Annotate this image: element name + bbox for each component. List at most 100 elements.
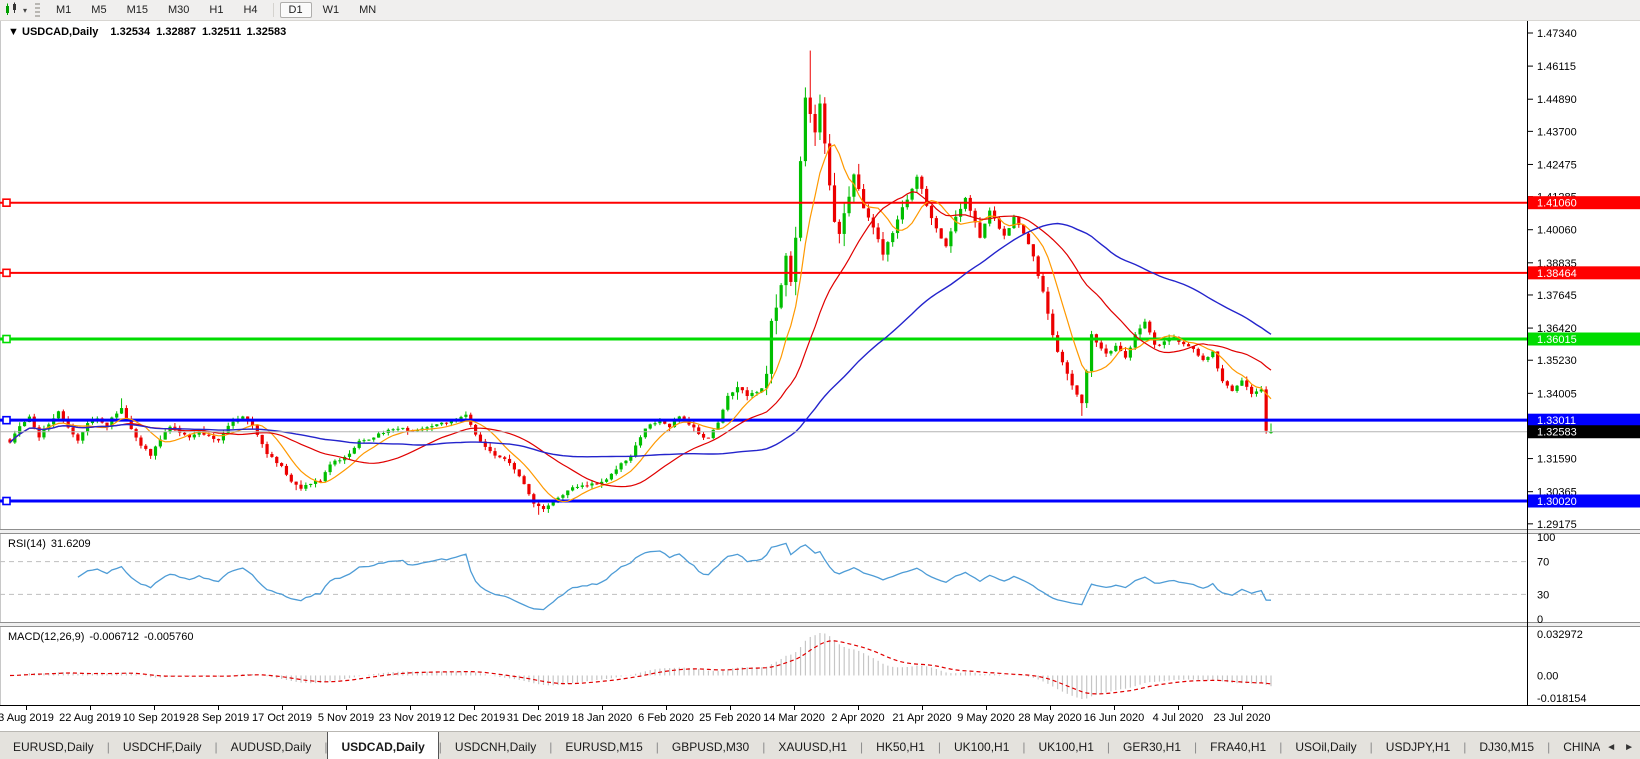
date-tick bbox=[474, 706, 475, 710]
date-label: 3 Aug 2019 bbox=[0, 712, 54, 724]
date-label: 25 Feb 2020 bbox=[699, 712, 761, 724]
macd-scale-zero: 0.00 bbox=[1537, 670, 1558, 682]
timeframe-button-m30[interactable]: M30 bbox=[159, 2, 198, 18]
date-tick bbox=[26, 706, 27, 710]
date-label: 28 May 2020 bbox=[1018, 712, 1082, 724]
tabs-scroll-left-icon[interactable]: ◄ bbox=[1606, 742, 1616, 753]
price-tick-label: 1.35230 bbox=[1537, 355, 1577, 367]
open-value: 1.32534 bbox=[110, 26, 151, 38]
price-tick-label: 1.34005 bbox=[1537, 388, 1577, 400]
dropdown-caret-icon[interactable]: ▾ bbox=[23, 6, 27, 15]
hline-handle[interactable] bbox=[3, 498, 10, 505]
date-tick bbox=[410, 706, 411, 710]
price-tick-label: 1.40060 bbox=[1537, 225, 1577, 237]
tab-hk50-h1[interactable]: HK50,H1 bbox=[863, 732, 938, 759]
date-tick bbox=[282, 706, 283, 710]
date-tick bbox=[1178, 706, 1179, 710]
price-tick-label: 1.31590 bbox=[1537, 454, 1577, 466]
chart-tabs-bar: EURUSD,Daily|USDCHF,Daily|AUDUSD,Daily|U… bbox=[0, 731, 1640, 759]
date-label: 6 Feb 2020 bbox=[638, 712, 694, 724]
tab-eurusd-m15[interactable]: EURUSD,M15 bbox=[552, 732, 655, 759]
timeframe-button-m5[interactable]: M5 bbox=[82, 2, 115, 18]
svg-text:0: 0 bbox=[1537, 614, 1543, 626]
price-tick-label: 1.44890 bbox=[1537, 94, 1577, 106]
toolbar-separator bbox=[273, 3, 274, 17]
timeframe-button-h1[interactable]: H1 bbox=[200, 2, 232, 18]
svg-text:100: 100 bbox=[1537, 532, 1555, 544]
price-tick-label: 1.37645 bbox=[1537, 290, 1577, 302]
tab-eurusd-daily[interactable]: EURUSD,Daily bbox=[0, 732, 107, 759]
tab-usoil-daily[interactable]: USOil,Daily bbox=[1282, 732, 1369, 759]
close-value: 1.32583 bbox=[247, 26, 287, 38]
svg-text:1.32583: 1.32583 bbox=[1537, 427, 1577, 439]
tab-china300-h4[interactable]: CHINA300,H4 bbox=[1550, 732, 1600, 759]
date-label: 9 May 2020 bbox=[957, 712, 1014, 724]
date-label: 16 Jun 2020 bbox=[1084, 712, 1145, 724]
date-tick bbox=[794, 706, 795, 710]
tab-uk100-h1[interactable]: UK100,H1 bbox=[941, 732, 1022, 759]
date-tick bbox=[986, 706, 987, 710]
hline-handle[interactable] bbox=[3, 417, 10, 424]
date-tick bbox=[1050, 706, 1051, 710]
date-label: 23 Jul 2020 bbox=[1214, 712, 1271, 724]
tab-audusd-daily[interactable]: AUDUSD,Daily bbox=[218, 732, 325, 759]
tab-dj30-m15[interactable]: DJ30,M15 bbox=[1466, 732, 1547, 759]
timeframe-button-m1[interactable]: M1 bbox=[47, 2, 80, 18]
date-label: 12 Dec 2019 bbox=[443, 712, 505, 724]
date-tick bbox=[922, 706, 923, 710]
svg-text:1.36015: 1.36015 bbox=[1537, 334, 1577, 346]
tabs-scroll-right-icon[interactable]: ► bbox=[1624, 742, 1634, 753]
date-label: 2 Apr 2020 bbox=[831, 712, 884, 724]
svg-text:30: 30 bbox=[1537, 589, 1549, 601]
date-tick bbox=[602, 706, 603, 710]
tab-usdchf-daily[interactable]: USDCHF,Daily bbox=[110, 732, 215, 759]
timeframe-button-m15[interactable]: M15 bbox=[118, 2, 157, 18]
symbol-label: USDCAD,Daily bbox=[22, 26, 99, 38]
price-tick-label: 1.46115 bbox=[1537, 61, 1576, 73]
date-tick bbox=[1242, 706, 1243, 710]
date-label: 23 Nov 2019 bbox=[379, 712, 441, 724]
chart-tool-icon[interactable] bbox=[4, 2, 20, 19]
chart-collapse-icon[interactable]: ▼ bbox=[8, 26, 19, 38]
date-label: 28 Sep 2019 bbox=[187, 712, 249, 724]
date-label: 21 Apr 2020 bbox=[892, 712, 951, 724]
date-label: 5 Nov 2019 bbox=[318, 712, 374, 724]
tab-usdjpy-h1[interactable]: USDJPY,H1 bbox=[1373, 732, 1463, 759]
svg-text:70: 70 bbox=[1537, 557, 1549, 569]
timeframe-button-mn[interactable]: MN bbox=[350, 2, 385, 18]
high-value: 1.32887 bbox=[156, 26, 196, 38]
timeframe-button-w1[interactable]: W1 bbox=[314, 2, 349, 18]
tab-xauusd-h1[interactable]: XAUUSD,H1 bbox=[765, 732, 860, 759]
date-tick bbox=[1114, 706, 1115, 710]
hline-handle[interactable] bbox=[3, 269, 10, 276]
tab-usdcad-daily[interactable]: USDCAD,Daily bbox=[327, 732, 438, 759]
price-tick-label: 1.47340 bbox=[1537, 28, 1577, 40]
date-label: 22 Aug 2019 bbox=[59, 712, 121, 724]
tab-usdcnh-daily[interactable]: USDCNH,Daily bbox=[442, 732, 549, 759]
date-tick bbox=[154, 706, 155, 710]
tab-uk100-h1[interactable]: UK100,H1 bbox=[1026, 732, 1107, 759]
hline-handle[interactable] bbox=[3, 199, 10, 206]
tab-fra40-h1[interactable]: FRA40,H1 bbox=[1197, 732, 1279, 759]
timeframe-buttons: M1M5M15M30H1H4 D1W1MN bbox=[46, 2, 386, 18]
svg-text:1.38464: 1.38464 bbox=[1537, 268, 1577, 280]
toolbar-grip[interactable] bbox=[35, 3, 40, 17]
toolbar: ▾ M1M5M15M30H1H4 D1W1MN bbox=[0, 0, 1640, 21]
hline-handle[interactable] bbox=[3, 336, 10, 343]
chart-tabs: EURUSD,Daily|USDCHF,Daily|AUDUSD,Daily|U… bbox=[0, 732, 1600, 759]
macd-scale-min: -0.018154 bbox=[1537, 693, 1587, 705]
chart-canvas[interactable]: 100703000.00 1.473401.461151.448901.4370… bbox=[0, 21, 1640, 705]
date-axis[interactable]: 3 Aug 201922 Aug 201910 Sep 201928 Sep 2… bbox=[0, 705, 1640, 731]
timeframe-button-d1[interactable]: D1 bbox=[280, 2, 312, 18]
date-tick bbox=[346, 706, 347, 710]
tab-gbpusd-m30[interactable]: GBPUSD,M30 bbox=[659, 732, 762, 759]
date-label: 18 Jan 2020 bbox=[572, 712, 633, 724]
price-tick-label: 1.29175 bbox=[1537, 519, 1577, 531]
date-label: 14 Mar 2020 bbox=[763, 712, 825, 724]
low-value: 1.32511 bbox=[202, 26, 241, 38]
date-tick bbox=[218, 706, 219, 710]
macd-scale-max: 0.032972 bbox=[1537, 629, 1583, 641]
date-tick bbox=[730, 706, 731, 710]
tab-ger30-h1[interactable]: GER30,H1 bbox=[1110, 732, 1194, 759]
timeframe-button-h4[interactable]: H4 bbox=[234, 2, 266, 18]
